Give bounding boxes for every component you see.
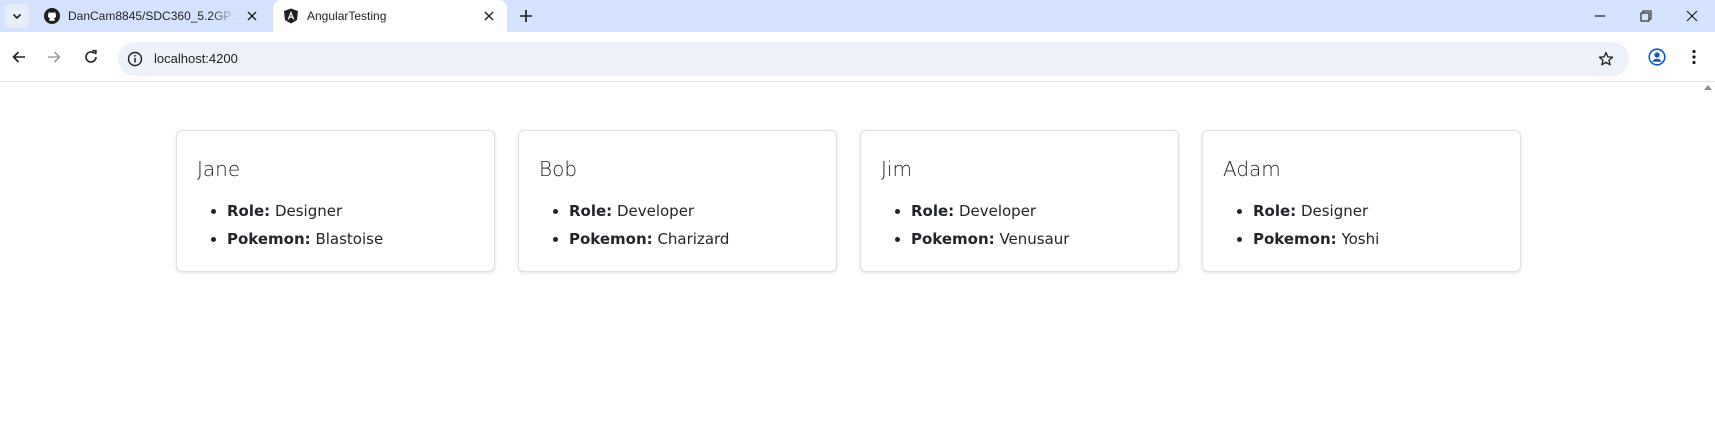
reload-button[interactable] [77,43,105,71]
role-value: Designer [1300,202,1369,220]
person-name: Jim [881,157,912,181]
person-details: Role: Developer Pokemon: Charizard [539,197,816,253]
pokemon-item: Pokemon: Blastoise [227,225,474,253]
role-item: Role: Designer [227,197,474,225]
address-bar[interactable]: localhost:4200 [118,42,1629,76]
role-label: Role: [569,202,613,220]
person-name: Bob [539,157,578,181]
pokemon-label: Pokemon: [227,230,311,248]
person-card: Jane Role: Designer Pokemon: Blastoise [176,130,495,272]
angular-icon [284,8,298,24]
person-card: Bob Role: Developer Pokemon: Charizard [518,130,837,272]
minimize-button[interactable] [1577,0,1623,32]
minimize-icon [1595,15,1605,17]
page-content: Jane Role: Designer Pokemon: Blastoise B… [0,83,1715,427]
person-name: Jane [197,157,241,181]
role-value: Developer [958,202,1037,220]
role-value: Developer [616,202,695,220]
back-button[interactable] [5,43,33,71]
person-details: Role: Developer Pokemon: Venusaur [881,197,1158,253]
reload-icon [85,49,97,63]
pokemon-value: Charizard [657,230,730,248]
close-tab-button[interactable] [244,8,260,24]
plus-icon [520,10,532,22]
person-details: Role: Designer Pokemon: Yoshi [1223,197,1500,253]
tab-title: DanCam8845/SDC360_5.2GP: SDC360 5.2GP [68,9,236,23]
chevron-down-icon [12,13,22,20]
pokemon-item: Pokemon: Venusaur [911,225,1158,253]
github-icon [44,8,60,24]
pokemon-value: Venusaur [999,230,1070,248]
close-icon [1686,10,1698,22]
tab-search-button[interactable] [5,4,29,28]
role-item: Role: Developer [569,197,816,225]
role-label: Role: [1253,202,1297,220]
browser-toolbar: localhost:4200 [0,32,1715,82]
close-icon [484,11,494,21]
forward-button[interactable] [40,43,68,71]
more-vert-icon [1692,49,1696,65]
tab-title: AngularTesting [307,9,387,23]
person-card: Jim Role: Developer Pokemon: Venusaur [860,130,1179,272]
person-card-list: Jane Role: Designer Pokemon: Blastoise B… [176,130,1521,272]
role-label: Role: [911,202,955,220]
restore-icon [1640,10,1652,22]
tab-angular-testing[interactable]: AngularTesting [273,0,507,32]
tab-strip: DanCam8845/SDC360_5.2GP: SDC360 5.2GP An… [0,0,1715,32]
bookmark-button[interactable] [1597,50,1615,68]
pokemon-label: Pokemon: [569,230,653,248]
browser-menu-button[interactable] [1682,45,1706,69]
url-text[interactable]: localhost:4200 [154,51,238,66]
role-item: Role: Designer [1253,197,1500,225]
pokemon-value: Blastoise [315,230,384,248]
scrollbar-up-arrow[interactable] [1704,85,1712,90]
role-item: Role: Developer [911,197,1158,225]
pokemon-item: Pokemon: Charizard [569,225,816,253]
role-value: Designer [274,202,343,220]
pokemon-label: Pokemon: [1253,230,1337,248]
close-icon [247,11,257,21]
person-details: Role: Designer Pokemon: Blastoise [197,197,474,253]
profile-icon [1648,48,1666,66]
pokemon-value: Yoshi [1341,230,1380,248]
profile-button[interactable] [1645,45,1669,69]
pokemon-item: Pokemon: Yoshi [1253,225,1500,253]
info-icon [127,51,143,67]
role-label: Role: [227,202,271,220]
tab-github[interactable]: DanCam8845/SDC360_5.2GP: SDC360 5.2GP [34,0,270,32]
restore-button[interactable] [1623,0,1669,32]
new-tab-button[interactable] [516,6,536,26]
site-info-button[interactable] [126,50,144,68]
star-icon [1598,51,1614,66]
person-name: Adam [1223,157,1281,181]
person-card: Adam Role: Designer Pokemon: Yoshi [1202,130,1521,272]
close-tab-button[interactable] [481,8,497,24]
arrow-right-icon [48,51,61,63]
arrow-left-icon [12,51,25,63]
close-window-button[interactable] [1669,0,1715,32]
pokemon-label: Pokemon: [911,230,995,248]
